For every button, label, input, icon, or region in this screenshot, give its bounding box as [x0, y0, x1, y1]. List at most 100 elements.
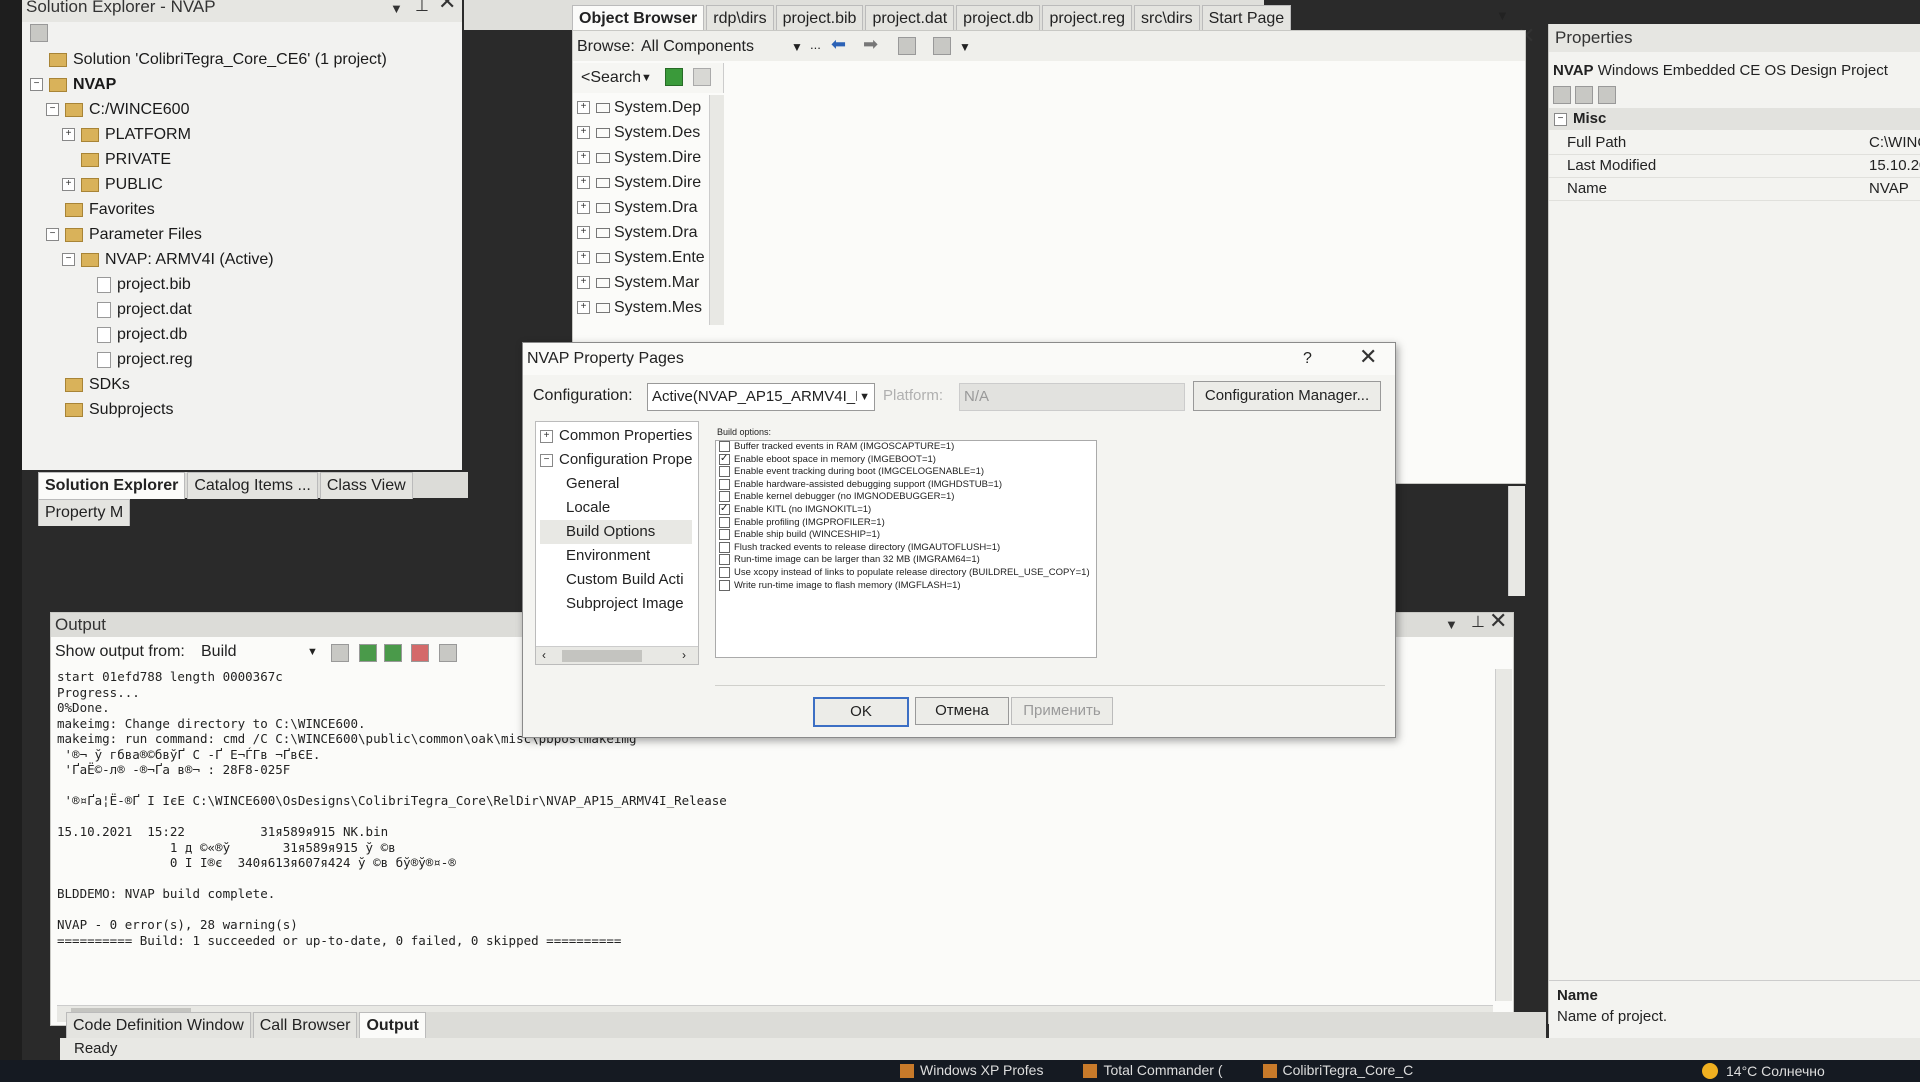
find-message-icon[interactable] — [331, 644, 349, 662]
build-option[interactable]: ✓ Enable eboot space in memory (IMGEBOOT=… — [716, 453, 1096, 467]
property-row[interactable]: Last Modified 15.10.20 — [1549, 155, 1920, 178]
nav-expander-icon[interactable]: + — [540, 429, 553, 443]
tree-item[interactable]: − C:/WINCE600 — [30, 97, 460, 122]
tab[interactable]: Start Page — [1201, 5, 1292, 32]
checkbox-icon[interactable] — [719, 554, 730, 566]
dialog-nav-item[interactable]: + Common Properties — [540, 424, 692, 448]
dialog-nav-item[interactable]: Custom Build Acti — [540, 568, 692, 592]
object-expander-icon[interactable]: + — [577, 151, 590, 165]
clear-search-icon[interactable] — [693, 68, 711, 86]
object-item[interactable]: + System.Dra — [573, 195, 711, 220]
object-expander-icon[interactable]: + — [577, 101, 590, 115]
dialog-close-icon[interactable]: ✕ — [1359, 341, 1377, 373]
tab[interactable]: project.reg — [1042, 5, 1133, 32]
checkbox-icon[interactable] — [719, 516, 730, 528]
config-chevron-down-icon[interactable]: ▼ — [857, 384, 870, 410]
properties-object[interactable]: NVAP Windows Embedded CE OS Design Proje… — [1553, 62, 1888, 79]
dialog-nav-item[interactable]: Environment — [540, 544, 692, 568]
tree-item[interactable]: project.db — [30, 322, 460, 347]
tree-item[interactable]: Subprojects — [30, 397, 460, 422]
checkbox-icon[interactable] — [719, 478, 730, 490]
checkbox-icon[interactable] — [719, 579, 730, 591]
object-item[interactable]: + System.Mes — [573, 295, 711, 320]
search-chevron-down-icon[interactable]: ▼ — [641, 72, 652, 84]
taskbar-weather[interactable]: 14°C Солнечно — [1726, 1063, 1825, 1079]
object-expander-icon[interactable]: + — [577, 301, 590, 315]
browse-chevron-down-icon[interactable]: ▼ — [791, 40, 803, 54]
object-expander-icon[interactable]: + — [577, 201, 590, 215]
category-collapse-icon[interactable]: − — [1554, 112, 1567, 126]
tree-item[interactable]: project.dat — [30, 297, 460, 322]
close-icon[interactable]: ✕ — [438, 0, 456, 13]
output-close-icon[interactable]: ✕ — [1489, 609, 1507, 633]
property-row[interactable]: Name NVAP — [1549, 178, 1920, 201]
alphabetical-icon[interactable] — [1575, 86, 1594, 104]
object-item[interactable]: +System.Run — [573, 320, 711, 325]
next-message-icon[interactable] — [384, 644, 402, 662]
tree-item[interactable]: − NVAP: ARMV4I (Active) — [30, 247, 460, 272]
object-list-scrollbar[interactable] — [709, 95, 724, 325]
object-item[interactable]: + System.Dire — [573, 170, 711, 195]
config-manager-button[interactable]: Configuration Manager... — [1193, 381, 1381, 411]
output-vscrollbar[interactable] — [1495, 669, 1512, 1001]
tab[interactable]: Object Browser — [572, 5, 705, 32]
clear-all-icon[interactable] — [411, 644, 429, 662]
word-wrap-icon[interactable] — [439, 644, 457, 662]
tab[interactable]: project.bib — [775, 5, 864, 32]
members-scrollbar[interactable] — [1508, 486, 1525, 596]
show-output-select[interactable]: Build — [201, 643, 237, 661]
tab[interactable]: Output — [359, 1012, 426, 1039]
add-reference-icon[interactable] — [898, 37, 916, 55]
tree-item[interactable]: SDKs — [30, 372, 460, 397]
build-option[interactable]: Enable profiling (IMGPROFILER=1) — [716, 516, 1096, 530]
checkbox-icon[interactable] — [719, 566, 730, 578]
cancel-button[interactable]: Отмена — [915, 697, 1009, 725]
tree-item[interactable]: − Parameter Files — [30, 222, 460, 247]
search-combo[interactable]: <Search — [581, 69, 641, 87]
tab[interactable]: Code Definition Window — [66, 1012, 251, 1039]
dialog-nav-item[interactable]: − Configuration Prope — [540, 448, 692, 472]
checkbox-icon[interactable] — [719, 441, 730, 452]
build-option[interactable]: Enable event tracking during boot (IMGCE… — [716, 466, 1096, 479]
checkbox-icon[interactable] — [719, 529, 730, 541]
properties-icon[interactable] — [30, 24, 48, 42]
tree-item[interactable]: project.reg — [30, 347, 460, 372]
build-option[interactable]: ✓ Enable KITL (no IMGNOKITL=1) — [716, 503, 1096, 517]
tree-expander-icon[interactable]: + — [62, 178, 75, 192]
build-option[interactable]: Enable kernel debugger (no IMGNODEBUGGER… — [716, 491, 1096, 504]
tab[interactable]: Class View — [319, 472, 413, 499]
object-item[interactable]: + System.Des — [573, 120, 711, 145]
ok-button[interactable]: OK — [813, 697, 909, 727]
checkbox-icon[interactable] — [719, 466, 730, 478]
back-icon[interactable]: ⬅ — [831, 34, 846, 55]
dropdown-icon[interactable]: ▼ — [390, 2, 403, 16]
tab[interactable]: Catalog Items ... — [187, 472, 318, 499]
taskbar-item[interactable]: ColibriTegra_Core_C — [1262, 1062, 1413, 1079]
build-option[interactable]: Buffer tracked events in RAM (IMGOSCAPTU… — [716, 441, 1096, 454]
browse-select[interactable]: All Components — [641, 38, 771, 56]
tree-item[interactable]: project.bib — [30, 272, 460, 297]
object-item[interactable]: + System.Dra — [573, 220, 711, 245]
forward-icon[interactable]: ➡ — [863, 34, 878, 55]
object-item[interactable]: + System.Dep — [573, 95, 711, 120]
search-go-icon[interactable] — [665, 68, 683, 86]
tab[interactable]: rdp\dirs — [706, 5, 774, 32]
object-expander-icon[interactable]: + — [577, 276, 590, 290]
checkbox-icon[interactable] — [719, 541, 730, 553]
tree-item[interactable]: + PUBLIC — [30, 172, 460, 197]
pin-icon[interactable]: ⊥ — [415, 0, 429, 15]
nav-scroll-left-icon[interactable]: ‹ — [542, 648, 546, 662]
apply-button[interactable]: Применить — [1011, 697, 1113, 725]
nav-hscrollbar[interactable]: ‹ › — [536, 646, 698, 664]
nav-expander-icon[interactable]: − — [540, 453, 553, 467]
build-option[interactable]: Enable hardware-assisted debugging suppo… — [716, 478, 1096, 492]
tree-item[interactable]: PRIVATE — [30, 147, 460, 172]
build-option[interactable]: Use xcopy instead of links to populate r… — [716, 566, 1096, 580]
weather-icon[interactable] — [1702, 1063, 1718, 1079]
checkbox-checked-icon[interactable]: ✓ — [719, 453, 730, 465]
tree-item[interactable]: + PLATFORM — [30, 122, 460, 147]
object-expander-icon[interactable]: + — [577, 126, 590, 140]
dialog-nav-item[interactable]: Build Options — [540, 520, 693, 544]
nav-scroll-right-icon[interactable]: › — [682, 648, 686, 662]
object-item[interactable]: + System.Dire — [573, 145, 711, 170]
